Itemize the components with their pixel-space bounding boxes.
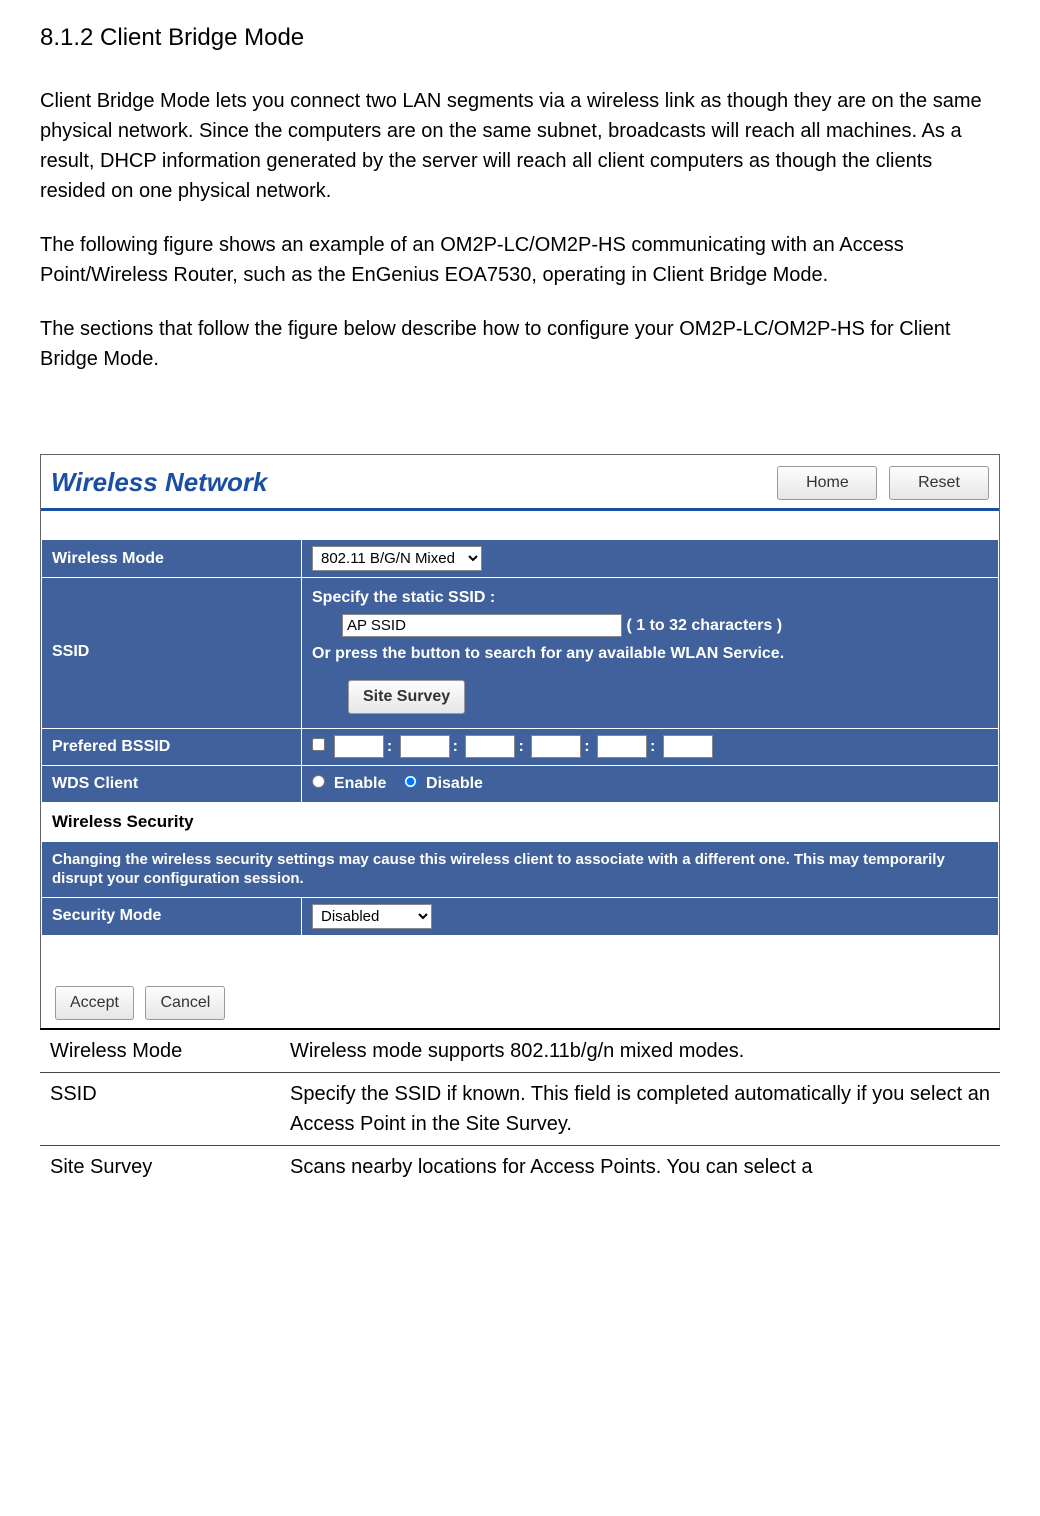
security-mode-select[interactable]: Disabled: [312, 904, 432, 929]
accept-button[interactable]: Accept: [55, 986, 134, 1020]
ssid-static-line: Specify the static SSID :: [312, 586, 988, 610]
preferred-bssid-label: Prefered BSSID: [42, 729, 302, 766]
panel-header: Wireless Network Home Reset: [41, 455, 999, 511]
bssid-field-3[interactable]: [465, 735, 515, 758]
home-button[interactable]: Home: [777, 466, 877, 500]
security-warning: Changing the wireless security settings …: [42, 841, 999, 897]
config-screenshot: Wireless Network Home Reset Wireless Mod…: [40, 454, 1000, 1029]
intro-paragraph-3b: Bridge Mode.: [40, 344, 1000, 374]
wds-enable-radio[interactable]: [312, 775, 325, 788]
reset-button[interactable]: Reset: [889, 466, 989, 500]
cancel-button[interactable]: Cancel: [145, 986, 225, 1020]
wds-disable-label: Disable: [426, 775, 483, 792]
bssid-field-6[interactable]: [663, 735, 713, 758]
desc-wireless-mode-label: Wireless Mode: [40, 1029, 280, 1073]
section-heading: 8.1.2 Client Bridge Mode: [40, 20, 1000, 56]
ssid-label: SSID: [42, 578, 302, 729]
bssid-field-1[interactable]: [334, 735, 384, 758]
bssid-checkbox[interactable]: [312, 738, 325, 751]
wds-client-label: WDS Client: [42, 766, 302, 803]
description-table: Wireless Mode Wireless mode supports 802…: [40, 1028, 1000, 1188]
bssid-field-4[interactable]: [531, 735, 581, 758]
wireless-security-heading: Wireless Security: [42, 803, 999, 842]
desc-ssid-text: Specify the SSID if known. This field is…: [280, 1072, 1000, 1145]
site-survey-button[interactable]: Site Survey: [348, 680, 465, 714]
panel-title: Wireless Network: [51, 463, 268, 502]
ssid-input[interactable]: [342, 614, 622, 637]
security-mode-label: Security Mode: [42, 897, 302, 935]
desc-wireless-mode-text: Wireless mode supports 802.11b/g/n mixed…: [280, 1029, 1000, 1073]
wireless-mode-select[interactable]: 802.11 B/G/N Mixed: [312, 546, 482, 571]
desc-ssid-label: SSID: [40, 1072, 280, 1145]
bssid-field-2[interactable]: [400, 735, 450, 758]
wds-disable-radio[interactable]: [404, 775, 417, 788]
bssid-field-5[interactable]: [597, 735, 647, 758]
wireless-mode-label: Wireless Mode: [42, 540, 302, 578]
ssid-hint: ( 1 to 32 characters ): [626, 617, 782, 634]
intro-paragraph-3a: The sections that follow the figure belo…: [40, 314, 1000, 344]
settings-table: Wireless Mode 802.11 B/G/N Mixed SSID Sp…: [41, 539, 999, 936]
intro-paragraph-2b: Point/Wireless Router, such as the EnGen…: [40, 260, 1000, 290]
intro-paragraph-2a: The following figure shows an example of…: [40, 230, 1000, 260]
wds-enable-label: Enable: [334, 775, 386, 792]
desc-site-survey-text: Scans nearby locations for Access Points…: [280, 1145, 1000, 1188]
intro-paragraph-1: Client Bridge Mode lets you connect two …: [40, 86, 1000, 206]
ssid-or-line: Or press the button to search for any av…: [312, 642, 988, 666]
desc-site-survey-label: Site Survey: [40, 1145, 280, 1188]
